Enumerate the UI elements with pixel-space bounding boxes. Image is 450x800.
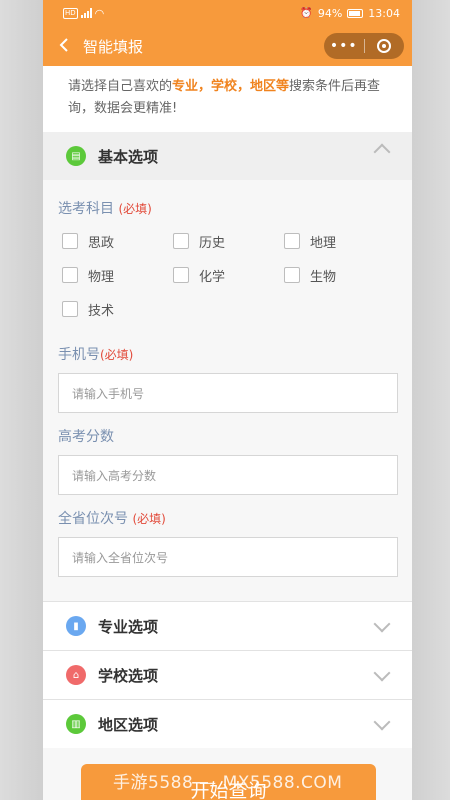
region-options-title: 地区选项 bbox=[98, 715, 159, 734]
status-bar: HD ◠ ⏰ 94% 13:04 bbox=[43, 0, 412, 26]
subject-label: 思政 bbox=[88, 235, 115, 251]
basic-options-title: 基本选项 bbox=[98, 147, 159, 166]
miniapp-capsule: ••• bbox=[324, 33, 404, 59]
basic-options-header[interactable]: ▤ 基本选项 bbox=[43, 132, 412, 180]
chevron-left-icon bbox=[59, 38, 68, 52]
school-options-title: 学校选项 bbox=[98, 666, 159, 685]
more-button[interactable]: ••• bbox=[324, 33, 364, 59]
subject-option[interactable]: 思政 bbox=[62, 229, 173, 253]
chevron-down-icon bbox=[373, 664, 391, 682]
checkbox[interactable] bbox=[62, 267, 78, 283]
checkbox[interactable] bbox=[284, 267, 300, 283]
major-options-title: 专业选项 bbox=[98, 617, 159, 636]
battery-icon bbox=[347, 8, 364, 18]
required-mark: (必填) bbox=[132, 512, 166, 526]
intro-text: 请选择自己喜欢的专业，学校，地区等搜索条件后再查询，数据会更精准! bbox=[43, 66, 412, 132]
signal-icon bbox=[80, 8, 92, 18]
subjects-label-text: 选考科目 bbox=[58, 201, 114, 217]
phone-label: 手机号(必填) bbox=[58, 343, 397, 367]
score-label: 高考分数 bbox=[58, 425, 397, 449]
book-icon: ▮ bbox=[66, 616, 86, 636]
bar-chart-icon: ▥ bbox=[66, 714, 86, 734]
chevron-down-icon bbox=[373, 713, 391, 731]
checkbox[interactable] bbox=[62, 233, 78, 249]
chevron-down-icon bbox=[373, 615, 391, 633]
school-options-header[interactable]: ⌂ 学校选项 bbox=[43, 650, 412, 699]
score-input[interactable]: 请输入高考分数 bbox=[58, 455, 398, 495]
subject-option[interactable]: 化学 bbox=[173, 263, 284, 287]
score-label-text: 高考分数 bbox=[58, 429, 114, 445]
checkbox[interactable] bbox=[284, 233, 300, 249]
nav-bar: 智能填报 ••• bbox=[43, 26, 412, 66]
subject-label: 历史 bbox=[199, 235, 226, 251]
chevron-up-icon bbox=[373, 143, 391, 161]
clock: 13:04 bbox=[368, 6, 400, 20]
close-miniapp-button[interactable] bbox=[364, 39, 404, 53]
subject-option[interactable]: 地理 bbox=[284, 229, 395, 253]
phone-screen: HD ◠ ⏰ 94% 13:04 智能填报 ••• 请选择自己喜欢的专业，学校，… bbox=[43, 0, 412, 800]
checkbox[interactable] bbox=[173, 267, 189, 283]
basic-form: 选考科目 (必填) 思政 历史 地理 物理 化学 生物 技术 手机号(必填) 请… bbox=[43, 197, 412, 577]
checkbox[interactable] bbox=[173, 233, 189, 249]
subject-label: 物理 bbox=[88, 269, 115, 285]
region-options-header[interactable]: ▥ 地区选项 bbox=[43, 699, 412, 748]
battery-percent: 94% bbox=[317, 6, 343, 20]
checkbox[interactable] bbox=[62, 301, 78, 317]
subject-checkboxes: 思政 历史 地理 物理 化学 生物 技术 bbox=[58, 229, 397, 321]
accordion-list: ▮ 专业选项 ⌂ 学校选项 ▥ 地区选项 bbox=[43, 601, 412, 748]
alarm-icon: ⏰ bbox=[300, 7, 313, 19]
intro-highlight: 专业，学校，地区等 bbox=[172, 79, 290, 94]
clipboard-icon: ▤ bbox=[66, 146, 86, 166]
subject-option[interactable]: 技术 bbox=[62, 297, 173, 321]
subject-label: 地理 bbox=[310, 235, 337, 251]
rank-placeholder: 请输入全省位次号 bbox=[72, 550, 169, 565]
subjects-label: 选考科目 (必填) bbox=[58, 197, 397, 221]
left-backdrop bbox=[0, 0, 43, 800]
phone-input[interactable]: 请输入手机号 bbox=[58, 373, 398, 413]
required-mark: (必填) bbox=[100, 348, 134, 362]
subject-option[interactable]: 历史 bbox=[173, 229, 284, 253]
subject-label: 技术 bbox=[88, 303, 115, 319]
subject-label: 生物 bbox=[310, 269, 337, 285]
subject-option[interactable]: 生物 bbox=[284, 263, 395, 287]
score-placeholder: 请输入高考分数 bbox=[72, 468, 157, 483]
phone-label-text: 手机号 bbox=[58, 347, 100, 363]
target-icon bbox=[377, 39, 392, 53]
rank-label-text: 全省位次号 bbox=[58, 511, 128, 527]
subject-option[interactable]: 物理 bbox=[62, 263, 173, 287]
back-button[interactable] bbox=[47, 25, 81, 67]
major-options-header[interactable]: ▮ 专业选项 bbox=[43, 601, 412, 650]
right-backdrop bbox=[410, 0, 450, 800]
rank-label: 全省位次号 (必填) bbox=[58, 507, 397, 531]
nav-title: 智能填报 bbox=[83, 37, 144, 56]
rank-input[interactable]: 请输入全省位次号 bbox=[58, 537, 398, 577]
hd-badge: HD bbox=[63, 7, 78, 19]
wifi-icon: ◠ bbox=[94, 6, 105, 20]
phone-placeholder: 请输入手机号 bbox=[72, 386, 145, 401]
required-mark: (必填) bbox=[118, 202, 152, 216]
subject-label: 化学 bbox=[199, 269, 226, 285]
watermark: 手游5588 — MX5588.COM bbox=[113, 773, 343, 793]
school-icon: ⌂ bbox=[66, 665, 86, 685]
intro-part1: 请选择自己喜欢的 bbox=[68, 79, 173, 94]
